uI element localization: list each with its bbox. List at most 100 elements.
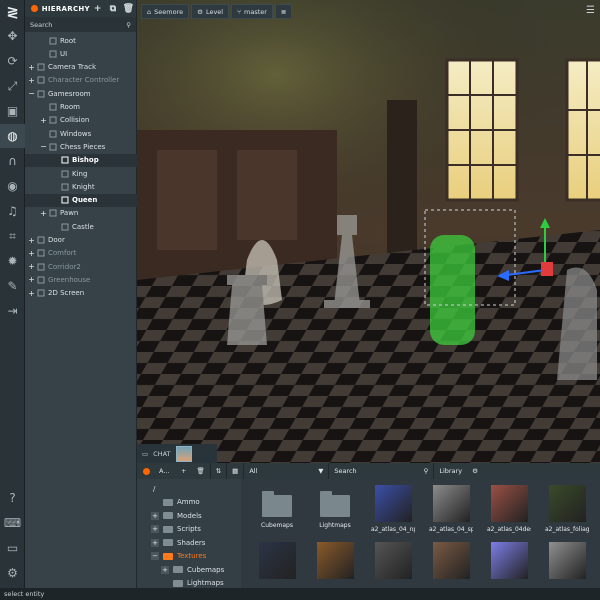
asset-texture-tile[interactable] [545,542,589,579]
asset-folder-item[interactable]: / [137,482,241,495]
hierarchy-node[interactable]: − Chess Pieces [25,140,137,153]
hierarchy-node[interactable]: + Pawn [25,207,137,220]
hierarchy-node[interactable]: Room [25,101,137,114]
tree-expander-icon[interactable]: + [28,63,35,72]
scene-viewport[interactable]: ⌂ Seemore ⚙ Level ⑂ master ≣ ☰ [137,0,600,463]
asset-texture-tile[interactable]: a2_atlas_foliage... [545,485,589,533]
asset-texture-tile[interactable] [429,542,473,579]
project-button[interactable]: ⌂ Seemore [141,4,190,19]
tree-expander-icon[interactable]: + [28,275,35,284]
asset-texture-tile[interactable]: a2_atlas_04desa... [487,485,531,533]
hierarchy-node-label: King [72,169,88,178]
asset-texture-tile[interactable]: a2_atlas_04_sp... [429,485,473,533]
asset-texture-tile[interactable]: a2_atlas_04_np... [371,485,415,533]
asset-folder-item[interactable]: Ammo [137,496,241,509]
move-tool-icon[interactable]: ✥ [0,24,25,48]
hierarchy-node[interactable]: + Door [25,234,137,247]
hierarchy-node[interactable]: + Comfort [25,247,137,260]
asset-filter-select[interactable]: All ▼ [244,467,328,475]
library-button[interactable]: Library [434,467,467,475]
scene-button[interactable]: ⚙ Level [191,4,230,19]
help-icon[interactable]: ? [0,486,25,510]
exit-tool-icon[interactable]: ⇥ [0,299,25,323]
hierarchy-node[interactable]: King [25,167,137,180]
asset-texture-tile[interactable] [487,542,531,579]
light-tool-icon[interactable]: ✹ [0,249,25,273]
hierarchy-node[interactable]: + Corridor2 [25,260,137,273]
crop-tool-icon[interactable]: ⌗ [0,224,25,248]
hierarchy-node[interactable]: + Camera Track [25,61,137,74]
tree-expander-icon[interactable]: + [28,249,35,258]
chat-widget[interactable]: ▭ CHAT [137,444,217,463]
asset-texture-tile[interactable] [255,542,299,579]
hierarchy-node[interactable]: + Collision [25,114,137,127]
rotate-tool-icon[interactable]: ⟳ [0,49,25,73]
hierarchy-node[interactable]: − Gamesroom [25,87,137,100]
delete-entity-button[interactable]: 🗑 [121,4,136,14]
scale-tool-icon[interactable]: ⤢ [0,74,25,98]
hierarchy-node[interactable]: Queen [25,193,137,207]
chevron-down-icon: ▼ [318,467,324,475]
hierarchy-node[interactable]: Bishop [25,153,137,167]
hierarchy-node[interactable]: + Greenhouse [25,273,137,286]
world-tool-icon[interactable]: ◍ [0,124,25,148]
chat-icon[interactable]: ▭ [0,536,25,560]
folder-expander-icon[interactable]: + [151,511,159,520]
delete-asset-button[interactable]: 🗑 [191,467,209,475]
edit-tool-icon[interactable]: ✎ [0,274,25,298]
asset-folder-item[interactable]: + Models [137,509,241,522]
tree-expander-icon[interactable]: + [28,76,35,85]
assets-settings-icon[interactable]: ⚙ [467,467,483,475]
folder-expander-icon[interactable]: + [151,525,159,533]
scene-render[interactable] [137,0,600,463]
folder-expander-icon[interactable]: + [161,565,169,574]
asset-texture-tile[interactable] [371,542,415,579]
preview-tool-icon[interactable]: ◉ [0,174,25,198]
hierarchy-node[interactable]: Knight [25,180,137,193]
hierarchy-node[interactable]: Castle [25,220,137,233]
hierarchy-node[interactable]: Windows [25,127,137,140]
tree-expander-icon[interactable]: + [28,236,35,245]
hierarchy-node-label: Windows [60,129,92,138]
tree-expander-icon[interactable]: + [40,209,47,218]
resize-tool-icon[interactable]: ▣ [0,99,25,123]
hierarchy-node[interactable]: UI [25,47,137,60]
asset-folder-item[interactable]: + Shaders [137,536,241,549]
asset-texture-tile[interactable] [313,542,357,579]
asset-folder-label: Lightmaps [187,579,224,587]
duplicate-entity-button[interactable]: ⧉ [105,4,120,14]
playcanvas-dot-icon [31,5,38,12]
avatar[interactable] [175,445,192,462]
add-entity-button[interactable]: + [90,4,105,14]
folder-expander-icon[interactable]: − [151,552,159,560]
add-asset-button[interactable]: + [176,467,191,475]
view-mode-button[interactable]: ▦ [227,467,243,475]
logo-icon[interactable]: ≷ [3,3,22,22]
asset-search-input[interactable]: Search ⚲ [329,467,433,475]
asset-folder-item[interactable]: + Scripts [137,523,241,536]
asset-folder-tile[interactable]: Cubemaps [255,485,299,529]
tree-expander-icon[interactable]: + [28,289,35,298]
branch-button[interactable]: ⑂ master [231,4,273,19]
magnet-tool-icon[interactable]: ∩ [0,149,25,173]
hierarchy-node[interactable]: + Character Controller [25,74,137,87]
code-tool-icon[interactable]: ♫ [0,199,25,223]
viewport-menu-icon[interactable]: ☰ [586,5,595,16]
folder-icon [320,491,350,517]
asset-folder-item[interactable]: − Textures [137,550,241,563]
settings-icon[interactable]: ⚙ [0,561,25,585]
hierarchy-node[interactable]: Root [25,34,137,47]
keyboard-icon[interactable]: ⌨ [0,511,25,535]
hierarchy-search-input[interactable]: Search ⚲ [25,17,136,32]
tree-expander-icon[interactable]: + [28,262,35,271]
folder-expander-icon[interactable]: + [151,538,159,547]
tree-expander-icon[interactable]: + [40,116,47,125]
tree-expander-icon[interactable]: − [28,89,35,98]
list-button[interactable]: ≣ [274,4,293,19]
list-icon: ≣ [280,7,287,16]
asset-folder-tile[interactable]: Lightmaps [313,485,357,529]
sort-button[interactable]: ⇅ [211,467,226,475]
tree-expander-icon[interactable]: − [40,142,47,151]
asset-folder-item[interactable]: + Cubemaps [137,563,241,576]
hierarchy-node[interactable]: +2D Screen [25,287,137,300]
